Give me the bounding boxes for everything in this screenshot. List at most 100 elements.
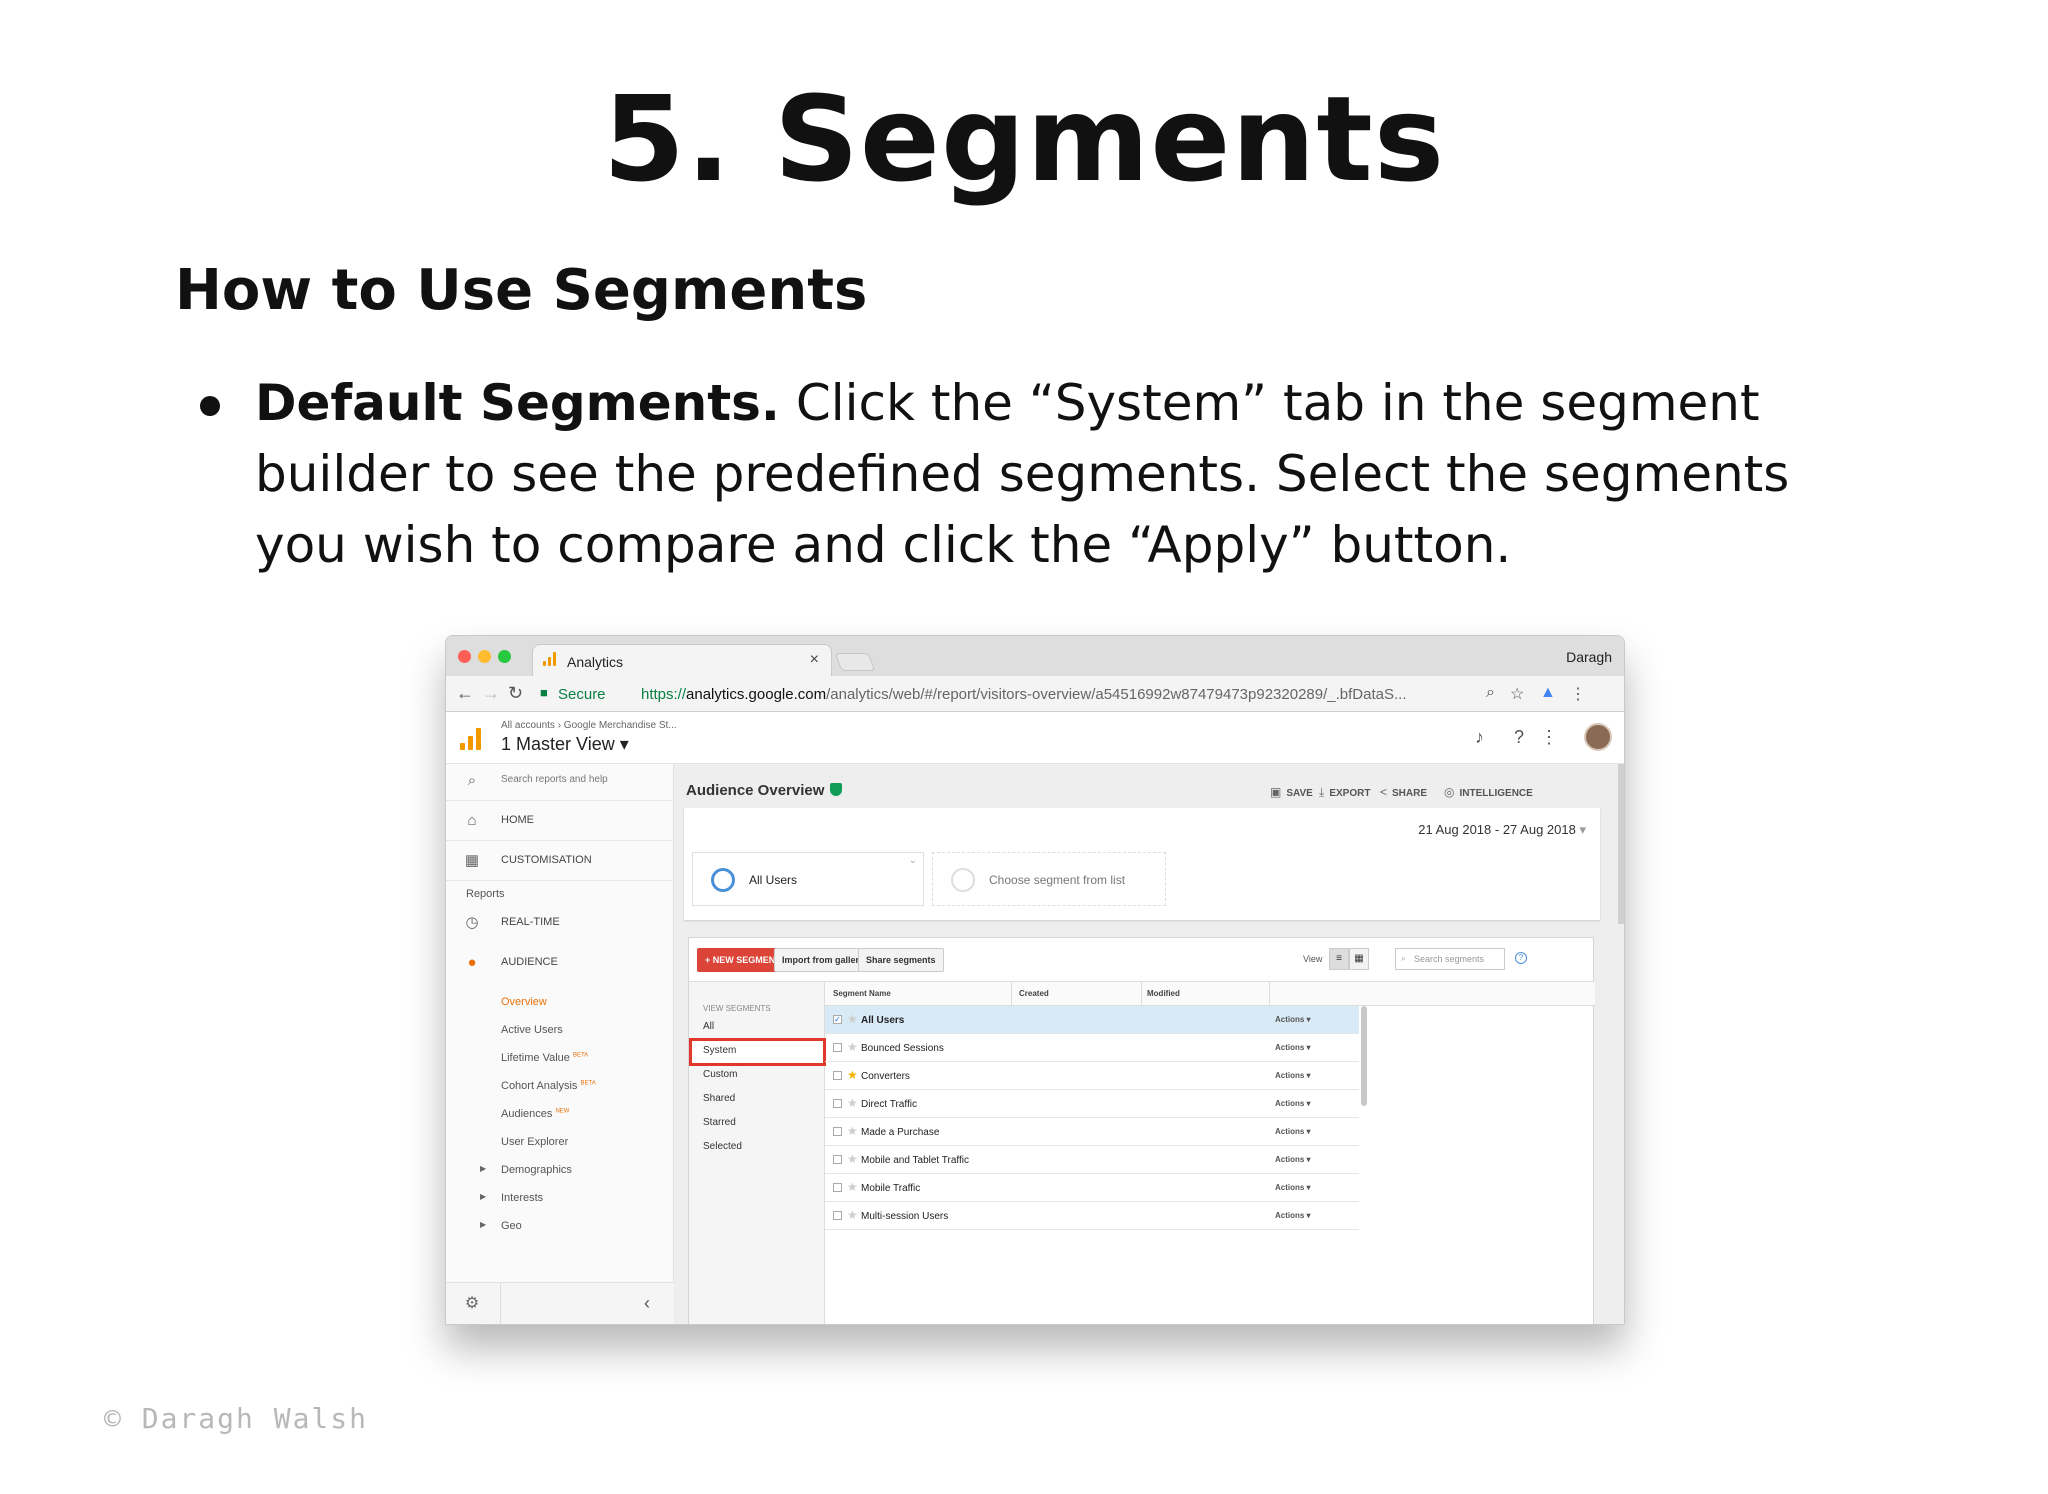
star-icon[interactable]: ★	[847, 1180, 858, 1194]
table-row[interactable]: ★ Made a Purchase Actions ▾	[825, 1118, 1359, 1146]
star-icon[interactable]: ★	[847, 1124, 858, 1138]
actions-dropdown[interactable]: Actions ▾	[1275, 1043, 1311, 1052]
reload-icon[interactable]: ↻	[508, 683, 523, 704]
menu-item-starred[interactable]: Starred	[703, 1117, 736, 1128]
table-row[interactable]: ★ Bounced Sessions Actions ▾	[825, 1034, 1359, 1062]
star-icon[interactable]: ★	[847, 1096, 858, 1110]
star-icon[interactable]: ★	[847, 1152, 858, 1166]
sidebar-subitem-lifetime-value[interactable]: Lifetime Value BETA	[501, 1052, 588, 1064]
list-view-icon[interactable]: ≡	[1329, 948, 1349, 970]
save-button[interactable]: ▣ SAVE	[1270, 785, 1313, 799]
view-selector[interactable]: 1 Master View ▾	[501, 734, 629, 755]
actions-dropdown[interactable]: Actions ▾	[1275, 1127, 1311, 1136]
actions-dropdown[interactable]: Actions ▾	[1275, 1155, 1311, 1164]
sidebar-subitem-cohort-analysis[interactable]: Cohort Analysis BETA	[501, 1080, 596, 1092]
expand-arrow-icon[interactable]: ▶	[480, 1192, 486, 1201]
date-range-picker[interactable]: 21 Aug 2018 - 27 Aug 2018 ▾	[1418, 822, 1586, 838]
analytics-logo-icon[interactable]	[458, 726, 484, 750]
checkbox[interactable]	[833, 1155, 842, 1164]
share-button[interactable]: < SHARE	[1380, 785, 1427, 799]
help-icon[interactable]: ?	[1515, 952, 1527, 964]
checkbox[interactable]	[833, 1071, 842, 1080]
share-segments-button[interactable]: Share segments	[858, 948, 944, 972]
table-row[interactable]: ★ Multi-session Users Actions ▾	[825, 1202, 1359, 1230]
sidebar-item-home[interactable]: ⌂ HOME	[446, 804, 674, 838]
export-button[interactable]: ⤓ EXPORT	[1319, 785, 1370, 800]
expand-arrow-icon[interactable]: ▶	[480, 1220, 486, 1229]
forward-arrow-icon[interactable]: →	[482, 683, 500, 704]
checkbox[interactable]	[833, 1099, 842, 1108]
actions-dropdown[interactable]: Actions ▾	[1275, 1183, 1311, 1192]
sidebar-subitem-active-users[interactable]: Active Users	[501, 1024, 563, 1036]
page-scrollbar[interactable]	[1618, 764, 1624, 924]
search-segments-input[interactable]: ⌕ Search segments	[1395, 948, 1505, 970]
sidebar-item-realtime[interactable]: ◷ REAL-TIME	[446, 906, 674, 940]
grid-view-icon[interactable]: ▦	[1349, 948, 1369, 970]
chevron-down-icon[interactable]: ⌄	[909, 855, 917, 866]
sidebar-subitem-demographics[interactable]: Demographics	[501, 1164, 572, 1176]
more-options-icon[interactable]: ⋮	[1540, 727, 1558, 748]
sidebar-item-audience[interactable]: ● AUDIENCE	[446, 946, 674, 980]
expand-arrow-icon[interactable]: ▶	[480, 1164, 486, 1173]
sidebar-subitem-user-explorer[interactable]: User Explorer	[501, 1136, 568, 1148]
browser-tab[interactable]: Analytics ×	[532, 644, 832, 676]
url-field[interactable]: https://analytics.google.com/analytics/w…	[641, 686, 1406, 703]
actions-dropdown[interactable]: Actions ▾	[1275, 1071, 1311, 1080]
table-row[interactable]: ★ Direct Traffic Actions ▾	[825, 1090, 1359, 1118]
menu-item-shared[interactable]: Shared	[703, 1093, 735, 1104]
menu-item-selected[interactable]: Selected	[703, 1141, 742, 1152]
column-header[interactable]: Segment Name	[833, 989, 891, 998]
star-icon[interactable]: ★	[847, 1068, 858, 1082]
menu-item-system[interactable]: System	[703, 1045, 736, 1056]
star-icon[interactable]: ★	[847, 1012, 858, 1026]
lock-icon: ■	[540, 685, 548, 700]
segment-slot-all-users[interactable]: All Users ⌄	[692, 852, 924, 906]
bullet-dot-icon	[200, 396, 220, 416]
star-icon[interactable]: ★	[847, 1208, 858, 1222]
column-header[interactable]: Modified	[1147, 989, 1180, 998]
back-arrow-icon[interactable]: ←	[456, 683, 474, 704]
share-label: SHARE	[1392, 788, 1428, 799]
zoom-icon[interactable]: ⌕	[1486, 684, 1495, 702]
table-row[interactable]: ★ Converters Actions ▾	[825, 1062, 1359, 1090]
table-row[interactable]: ★ Mobile Traffic Actions ▾	[825, 1174, 1359, 1202]
close-window-icon[interactable]	[458, 650, 471, 663]
checkbox[interactable]	[833, 1183, 842, 1192]
avatar[interactable]	[1584, 723, 1612, 751]
sidebar-subitem-interests[interactable]: Interests	[501, 1192, 543, 1204]
profile-name[interactable]: Daragh	[1566, 649, 1612, 665]
sidebar-subitem-geo[interactable]: Geo	[501, 1220, 522, 1232]
drive-extension-icon[interactable]: ▲	[1540, 684, 1556, 702]
star-icon[interactable]: ★	[847, 1040, 858, 1054]
segment-slot-empty[interactable]: Choose segment from list	[932, 852, 1166, 906]
new-tab-button[interactable]	[834, 653, 876, 671]
actions-dropdown[interactable]: Actions ▾	[1275, 1099, 1311, 1108]
actions-dropdown[interactable]: Actions ▾	[1275, 1015, 1311, 1024]
checkbox[interactable]	[833, 1127, 842, 1136]
table-row[interactable]: ✓ ★ All Users Actions ▾	[825, 1006, 1359, 1034]
sidebar-subitem-overview[interactable]: Overview	[501, 996, 547, 1008]
sidebar-search[interactable]: ⌕ Search reports and help	[446, 764, 674, 798]
menu-item-all[interactable]: All	[703, 1021, 714, 1032]
column-header[interactable]: Created	[1019, 989, 1049, 998]
browser-menu-icon[interactable]: ⋮	[1570, 684, 1586, 704]
collapse-sidebar-icon[interactable]: ‹	[644, 1293, 650, 1314]
table-scrollbar[interactable]	[1361, 1006, 1367, 1106]
sidebar-item-customisation[interactable]: ▦ CUSTOMISATION	[446, 844, 674, 878]
minimize-window-icon[interactable]	[478, 650, 491, 663]
checkbox[interactable]	[833, 1043, 842, 1052]
breadcrumb[interactable]: All accounts › Google Merchandise St...	[501, 720, 677, 731]
maximize-window-icon[interactable]	[498, 650, 511, 663]
table-row[interactable]: ★ Mobile and Tablet Traffic Actions ▾	[825, 1146, 1359, 1174]
tab-close-icon[interactable]: ×	[810, 651, 819, 669]
menu-item-custom[interactable]: Custom	[703, 1069, 737, 1080]
sidebar-subitem-audiences[interactable]: Audiences NEW	[501, 1108, 569, 1120]
checkbox[interactable]	[833, 1211, 842, 1220]
settings-gear-icon[interactable]: ⚙	[464, 1296, 480, 1312]
actions-dropdown[interactable]: Actions ▾	[1275, 1211, 1311, 1220]
checkbox[interactable]: ✓	[833, 1015, 842, 1024]
bookmark-star-icon[interactable]: ☆	[1510, 684, 1524, 704]
intelligence-button[interactable]: ◎ INTELLIGENCE	[1444, 785, 1533, 799]
notifications-bell-icon[interactable]: ♪	[1475, 727, 1484, 748]
help-icon[interactable]: ?	[1514, 727, 1524, 748]
